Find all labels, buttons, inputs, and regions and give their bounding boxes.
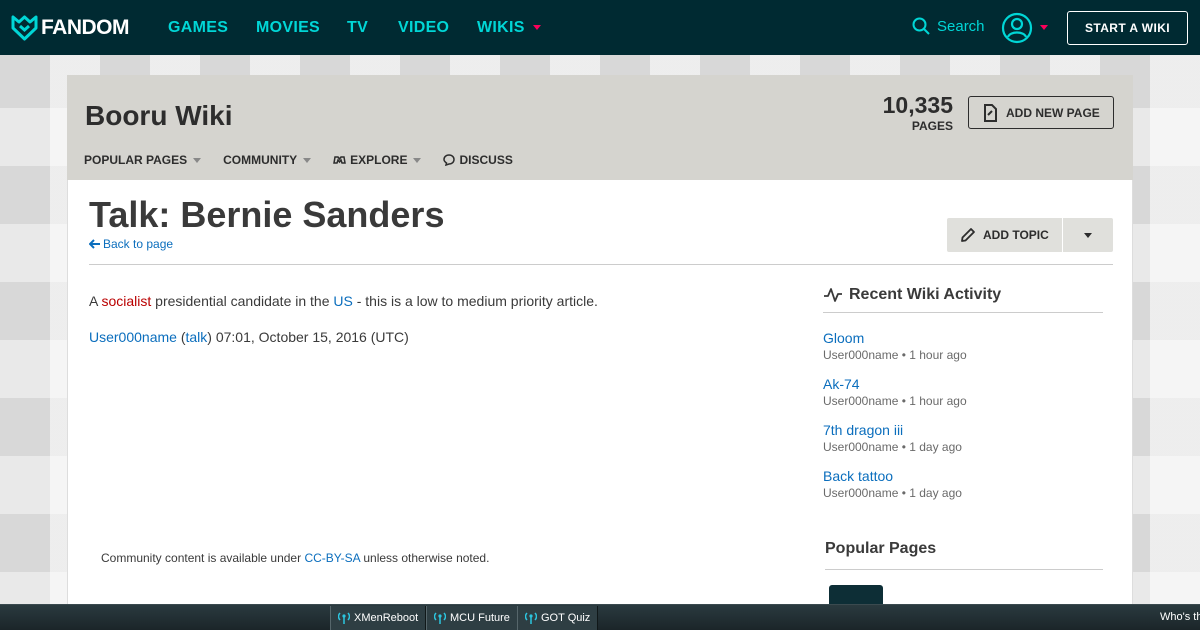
wiki-nav-community[interactable]: COMMUNITY — [223, 153, 312, 167]
chevron-down-icon — [413, 157, 422, 163]
add-topic-dropdown-button[interactable] — [1063, 218, 1113, 252]
nav-link-video[interactable]: VIDEO — [398, 19, 449, 37]
chevron-down-icon — [193, 157, 202, 163]
add-new-page-label: ADD NEW PAGE — [1006, 105, 1100, 120]
explore-icon — [333, 156, 347, 164]
text: unless otherwise noted. — [360, 551, 490, 565]
page-count: 10,335 PAGES — [883, 92, 953, 133]
list-item: Ak-74 User000name • 1 hour ago — [823, 375, 1103, 409]
wiki-nav-explore[interactable]: EXPLORE — [333, 153, 422, 167]
nav-link-wikis[interactable]: WIKIS — [477, 19, 541, 37]
wiki-nav-label: COMMUNITY — [223, 153, 298, 167]
popular-pages-heading: Popular Pages — [825, 540, 1103, 570]
search-label: Search — [937, 17, 985, 35]
activity-meta: User000name • 1 hour ago — [823, 348, 967, 362]
list-item: Gloom User000name • 1 hour ago — [823, 329, 1103, 363]
fandom-logo[interactable]: FANDOM — [11, 14, 130, 41]
toolbar-item-got-quiz[interactable]: GOT Quiz — [517, 606, 599, 630]
title-divider — [89, 264, 1113, 265]
page-count-number: 10,335 — [882, 92, 953, 118]
back-link-label: Back to page — [103, 237, 174, 251]
text: presidential candidate in the — [151, 293, 334, 309]
toolbar-item-label: GOT Quiz — [541, 612, 591, 624]
toolbar-item-mcu-future[interactable]: MCU Future — [426, 606, 518, 630]
activity-meta: User000name • 1 hour ago — [823, 394, 967, 408]
text: A — [89, 293, 102, 309]
add-new-page-button[interactable]: ADD NEW PAGE — [968, 96, 1114, 129]
chevron-down-icon — [1084, 232, 1092, 238]
socialist-link[interactable]: socialist — [101, 293, 151, 309]
wiki-nav-popular-pages[interactable]: POPULAR PAGES — [84, 153, 202, 167]
wiki-nav: POPULAR PAGES COMMUNITY EXPLORE DISCUSS — [84, 153, 535, 167]
nav-link-games[interactable]: GAMES — [168, 19, 228, 37]
page-title: Talk: Bernie Sanders — [89, 194, 445, 235]
wiki-nav-label: POPULAR PAGES — [84, 153, 188, 167]
activity-list: Gloom User000name • 1 hour ago Ak-74 Use… — [823, 329, 1103, 501]
wiki-header: Booru Wiki 10,335 PAGES ADD NEW PAGE POP… — [67, 75, 1133, 180]
antenna-icon — [525, 612, 537, 624]
pencil-icon — [961, 228, 975, 242]
license-notice: Community content is available under CC-… — [101, 551, 489, 565]
brand-name: FANDOM — [41, 15, 130, 39]
activity-meta: User000name • 1 day ago — [823, 486, 962, 500]
activity-page-link[interactable]: Back tattoo — [823, 467, 1103, 485]
wiki-nav-discuss[interactable]: DISCUSS — [443, 153, 513, 167]
chevron-down-icon — [532, 25, 541, 31]
arrow-left-icon — [89, 239, 100, 249]
page-count-label: PAGES — [911, 119, 953, 133]
antenna-icon — [338, 612, 350, 624]
bottom-toolbar: XMenReboot MCU Future GOT Quiz Who's th — [0, 604, 1200, 630]
article-body: A socialist presidential candidate in th… — [89, 292, 598, 363]
toolbar-item-label: MCU Future — [450, 612, 510, 624]
activity-icon — [824, 288, 842, 302]
start-a-wiki-button[interactable]: START A WIKI — [1067, 11, 1188, 45]
antenna-icon — [434, 612, 446, 624]
wiki-nav-label: DISCUSS — [459, 153, 513, 167]
global-nav: FANDOM GAMES MOVIES TV VIDEO WIKIS Searc… — [0, 0, 1200, 55]
recent-activity-heading: Recent Wiki Activity — [823, 286, 1103, 313]
page-icon — [984, 103, 997, 122]
add-topic-group: ADD TOPIC — [947, 218, 1113, 252]
chevron-down-icon[interactable] — [1040, 25, 1048, 30]
signature: User000name (talk) 07:01, October 15, 20… — [89, 328, 598, 348]
fandom-heart-icon — [11, 15, 38, 41]
list-item: 7th dragon iii User000name • 1 day ago — [823, 421, 1103, 455]
discuss-icon — [443, 154, 456, 166]
search-button[interactable]: Search — [912, 17, 985, 35]
wiki-nav-label: EXPLORE — [350, 153, 408, 167]
wiki-title[interactable]: Booru Wiki — [85, 100, 233, 132]
main-content: Talk: Bernie Sanders Back to page ADD TO… — [67, 180, 1133, 630]
activity-page-link[interactable]: 7th dragon iii — [823, 421, 1103, 439]
article-paragraph: A socialist presidential candidate in th… — [89, 292, 598, 312]
add-topic-label: ADD TOPIC — [983, 228, 1049, 242]
recent-activity-title: Recent Wiki Activity — [849, 286, 1002, 303]
user-link[interactable]: User000name — [89, 329, 177, 345]
cc-by-sa-link[interactable]: CC-BY-SA — [304, 551, 360, 565]
toolbar-item-label: XMenReboot — [354, 612, 419, 624]
user-avatar-button[interactable] — [1001, 12, 1033, 49]
chevron-down-icon — [303, 157, 312, 163]
activity-meta: User000name • 1 day ago — [823, 440, 962, 454]
text: - this is a low to medium priority artic… — [352, 293, 598, 309]
toolbar-right-text[interactable]: Who's th — [1160, 611, 1200, 623]
timestamp: ) 07:01, October 15, 2016 (UTC) — [207, 328, 409, 345]
talk-link[interactable]: talk — [186, 329, 208, 345]
text: ( — [176, 328, 186, 345]
activity-page-link[interactable]: Ak-74 — [823, 375, 1103, 393]
us-link[interactable]: US — [333, 293, 352, 309]
right-rail: Recent Wiki Activity Gloom User000name •… — [823, 286, 1103, 513]
back-to-page-link[interactable]: Back to page — [89, 237, 173, 251]
nav-link-wikis-label: WIKIS — [477, 19, 525, 36]
list-item: Back tattoo User000name • 1 day ago — [823, 467, 1103, 501]
nav-link-movies[interactable]: MOVIES — [256, 19, 320, 37]
text: Community content is available under — [101, 551, 305, 565]
nav-link-tv[interactable]: TV — [347, 19, 368, 37]
user-icon — [1001, 12, 1033, 44]
toolbar-item-xmenreboot[interactable]: XMenReboot — [330, 606, 427, 630]
activity-page-link[interactable]: Gloom — [823, 329, 1103, 347]
search-icon — [912, 17, 930, 35]
add-topic-button[interactable]: ADD TOPIC — [947, 218, 1063, 252]
